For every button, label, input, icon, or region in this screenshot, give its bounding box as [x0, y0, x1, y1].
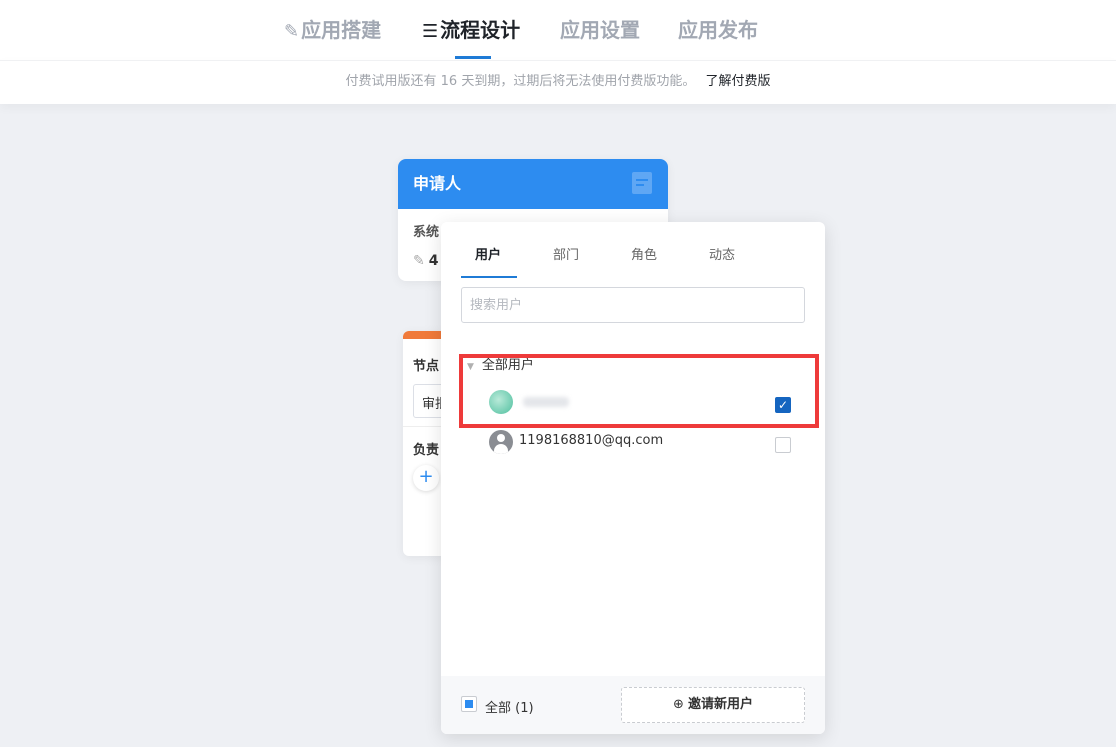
- applicant-node-line2: ✎ 4: [413, 253, 439, 269]
- default-user-avatar-icon: [489, 430, 513, 454]
- top-navigation: ✎ 应用搭建 ☰ 流程设计 应用设置 应用发布: [0, 0, 1116, 60]
- select-all-checkbox[interactable]: [461, 696, 477, 712]
- add-assignee-button[interactable]: +: [413, 465, 439, 491]
- panel-footer: 全部 (1) ⊕ 邀请新用户: [441, 676, 825, 734]
- edit-icon: ✎: [284, 21, 300, 42]
- tab-app-publish[interactable]: 应用发布: [678, 16, 758, 46]
- applicant-node-header: 申请人: [398, 159, 668, 209]
- user-email: 1198168810@qq.com: [519, 433, 664, 448]
- tab-app-settings[interactable]: 应用设置: [560, 16, 640, 46]
- tab-dynamic[interactable]: 动态: [709, 244, 735, 263]
- applicant-node-title: 申请人: [413, 174, 462, 193]
- tab-users[interactable]: 用户: [475, 244, 501, 263]
- user-checkbox[interactable]: [775, 437, 791, 453]
- tab-departments[interactable]: 部门: [553, 244, 579, 263]
- learn-paid-link[interactable]: 了解付费版: [705, 74, 770, 89]
- active-panel-tab-indicator: [461, 276, 517, 278]
- annotation-highlight-box: [459, 354, 819, 428]
- tab-app-build[interactable]: ✎ 应用搭建: [284, 16, 381, 46]
- trial-notice-bar: 付费试用版还有 16 天到期，过期后将无法使用付费版功能。 了解付费版: [0, 60, 1116, 104]
- node-name-label: 节点: [413, 359, 440, 374]
- tab-flow-design[interactable]: ☰ 流程设计: [422, 16, 520, 46]
- assignee-label: 负责: [413, 443, 440, 458]
- user-row[interactable]: 1198168810@qq.com: [489, 430, 799, 454]
- form-icon[interactable]: [632, 172, 652, 194]
- user-picker-panel: 用户 部门 角色 动态 ▼全部用户 ✓ 1198168810@qq.com 全部…: [441, 222, 825, 734]
- select-all-label: 全部 (1): [485, 701, 534, 716]
- pencil-icon: ✎: [413, 253, 425, 269]
- plus-circle-icon: ⊕: [673, 697, 684, 712]
- tab-roles[interactable]: 角色: [631, 244, 657, 263]
- active-tab-indicator: [455, 56, 491, 59]
- invite-new-user-button[interactable]: ⊕ 邀请新用户: [621, 687, 805, 723]
- menu-icon: ☰: [422, 21, 439, 42]
- trial-message: 付费试用版还有 16 天到期，过期后将无法使用付费版功能。: [345, 74, 696, 89]
- search-users-input[interactable]: [461, 287, 805, 323]
- applicant-node-line1: 系统: [413, 225, 440, 240]
